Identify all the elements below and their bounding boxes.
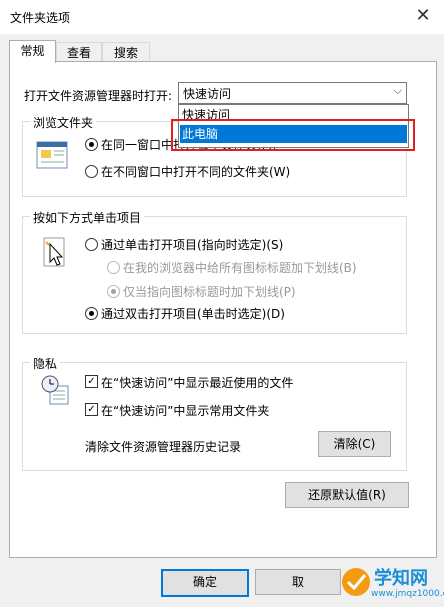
single-click-radio[interactable] — [85, 238, 98, 251]
underline-hover-label: 仅当指向图标标题时加下划线(P) — [123, 285, 296, 299]
dialog-title: 文件夹选项 — [10, 11, 71, 25]
open-explorer-select[interactable]: 快速访问 ⌵ — [178, 82, 407, 104]
close-icon[interactable]: ✕ — [410, 4, 436, 28]
chevron-down-icon: ⌵ — [393, 84, 402, 97]
folder-window-icon — [36, 141, 68, 169]
frequent-folders-label: 在“快速访问”中显示常用文件夹 — [101, 404, 270, 418]
frequent-folders-checkbox[interactable]: ✓ — [85, 403, 98, 416]
double-click-label: 通过双击打开项目(单击时选定)(D) — [101, 307, 285, 321]
privacy-legend: 隐私 — [30, 355, 61, 372]
browse-legend: 浏览文件夹 — [30, 114, 97, 131]
same-window-radio[interactable] — [85, 138, 98, 151]
single-click-label: 通过单击打开项目(指向时选定)(S) — [101, 238, 284, 252]
tab-search[interactable]: 搜索 — [102, 42, 150, 63]
clear-history-label: 清除文件资源管理器历史记录 — [85, 440, 242, 454]
recent-files-checkbox[interactable]: ✓ — [85, 375, 98, 388]
watermark-url: www.jmqz1000.com — [371, 589, 444, 599]
open-explorer-value: 快速访问 — [183, 87, 232, 101]
ok-button[interactable]: 确定 — [161, 569, 249, 597]
highlight-box — [171, 119, 415, 151]
double-click-radio[interactable] — [85, 307, 98, 320]
tab-general[interactable]: 常规 — [9, 40, 56, 63]
underline-hover-radio[interactable] — [107, 285, 120, 298]
open-explorer-label: 打开文件资源管理器时打开: — [24, 89, 173, 103]
underline-all-label: 在我的浏览器中给所有图标标题加下划线(B) — [123, 261, 357, 275]
diff-window-radio[interactable] — [85, 165, 98, 178]
click-legend: 按如下方式单击项目 — [30, 209, 145, 226]
diff-window-label: 在不同窗口中打开不同的文件夹(W) — [101, 165, 291, 179]
cursor-click-icon — [40, 236, 68, 270]
cancel-button[interactable]: 取 — [255, 569, 341, 595]
recent-files-label: 在“快速访问”中显示最近使用的文件 — [101, 376, 294, 390]
restore-defaults-button[interactable]: 还原默认值(R) — [285, 482, 409, 508]
watermark-logo: 学知网 www.jmqz1000.com — [340, 560, 444, 607]
clear-button[interactable]: 清除(C) — [318, 431, 391, 457]
watermark-brand: 学知网 — [374, 568, 428, 589]
tab-view[interactable]: 查看 — [56, 42, 102, 63]
title-bar: 文件夹选项 ✕ — [0, 0, 444, 34]
clock-documents-icon — [40, 374, 70, 406]
underline-all-radio[interactable] — [107, 261, 120, 274]
